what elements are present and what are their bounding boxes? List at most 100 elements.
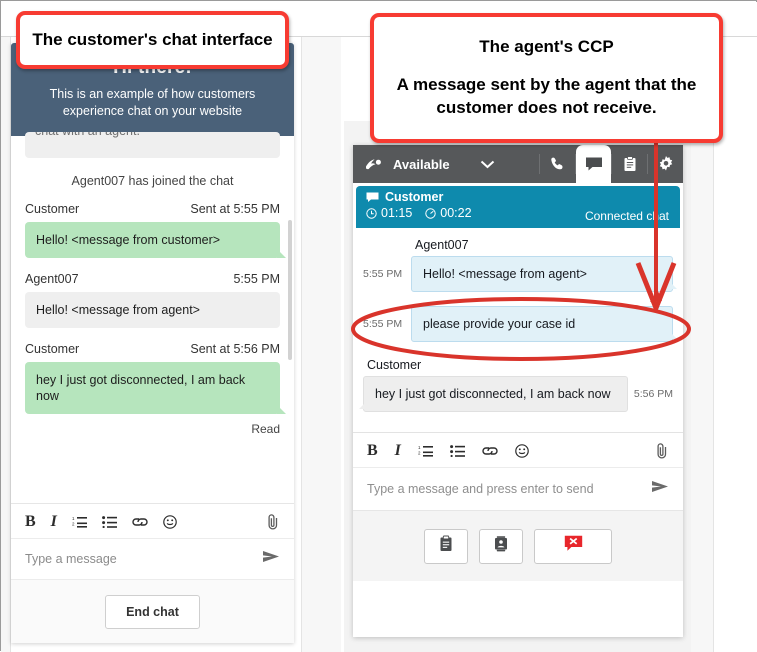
tab-phone[interactable] bbox=[540, 145, 575, 183]
ccp-sender-agent: Agent007 bbox=[415, 238, 673, 252]
clipboard-icon bbox=[439, 535, 453, 557]
customer-chat-body: chat with an agent. Agent007 has joined … bbox=[11, 132, 294, 643]
screenshot-root: Hi there! This is an example of how cust… bbox=[0, 0, 757, 651]
italic-icon[interactable]: I bbox=[395, 443, 401, 459]
ccp-status-label[interactable]: Available bbox=[393, 157, 450, 172]
message-meta: Customer Sent at 5:55 PM bbox=[25, 202, 280, 216]
message-group: Customer Sent at 5:55 PM Hello! <message… bbox=[25, 202, 280, 258]
bulleted-list-icon[interactable] bbox=[450, 444, 465, 457]
send-icon[interactable] bbox=[651, 480, 669, 498]
message-bubble-customer: Hello! <message from customer> bbox=[25, 222, 280, 258]
agent-ccp-panel: Available bbox=[353, 145, 683, 637]
customer-input-row[interactable]: Type a message bbox=[11, 538, 294, 580]
ccp-bubble-customer: hey I just got disconnected, I am back n… bbox=[363, 376, 628, 412]
customer-message-list: chat with an agent. Agent007 has joined … bbox=[11, 132, 294, 436]
page-left-gutter bbox=[1, 37, 11, 652]
svg-text:1: 1 bbox=[72, 516, 75, 521]
message-timestamp: Sent at 5:56 PM bbox=[190, 342, 280, 356]
ccp-top-bar: Available bbox=[353, 145, 683, 183]
connected-timer: 01:15 bbox=[366, 206, 412, 220]
message-bubble-agent: Hello! <message from agent> bbox=[25, 292, 280, 328]
message-group: Agent007 5:55 PM Hello! <message from ag… bbox=[25, 272, 280, 328]
clipboard-icon bbox=[623, 156, 637, 172]
message-meta: Customer Sent at 5:56 PM bbox=[25, 342, 280, 356]
bold-icon[interactable]: B bbox=[25, 514, 36, 530]
quick-responses-button[interactable] bbox=[424, 529, 468, 564]
italic-icon[interactable]: I bbox=[51, 514, 57, 530]
customer-format-toolbar: B I 12 bbox=[11, 504, 294, 538]
amazon-connect-logo-icon bbox=[364, 156, 383, 173]
chat-subtitle: This is an example of how customers expe… bbox=[25, 86, 280, 120]
hold-timer-value: 00:22 bbox=[440, 206, 471, 220]
phone-icon bbox=[550, 156, 566, 172]
link-icon[interactable] bbox=[482, 445, 498, 457]
ccp-message-time: 5:55 PM bbox=[363, 318, 411, 330]
ccp-contact-bar[interactable]: Customer 01:15 00:22 Connected chat bbox=[356, 186, 680, 228]
link-icon[interactable] bbox=[132, 516, 148, 528]
customer-callout-box: The customer's chat interface bbox=[16, 11, 289, 69]
end-chat-button[interactable]: End chat bbox=[105, 595, 200, 629]
customer-callout-text: The customer's chat interface bbox=[32, 29, 272, 51]
ccp-message-row: 5:55 PM Hello! <message from agent> bbox=[363, 256, 673, 292]
svg-text:2: 2 bbox=[72, 522, 75, 527]
clipped-message-text: chat with an agent. bbox=[35, 132, 270, 138]
ccp-input-row[interactable]: Type a message and press enter to send bbox=[353, 467, 683, 510]
contact-details-button[interactable] bbox=[479, 529, 523, 564]
ccp-callout-body: A message sent by the agent that the cus… bbox=[374, 73, 719, 119]
ccp-sender-customer: Customer bbox=[367, 358, 673, 372]
message-sender: Customer bbox=[25, 342, 79, 356]
contact-name-row: Customer bbox=[366, 190, 670, 204]
clock-icon bbox=[366, 208, 377, 219]
contact-name: Customer bbox=[385, 190, 443, 204]
customer-chat-widget: Hi there! This is an example of how cust… bbox=[11, 43, 294, 643]
message-bubble-customer: hey I just got disconnected, I am back n… bbox=[25, 362, 280, 414]
tab-clipboard[interactable] bbox=[612, 145, 647, 183]
ccp-format-toolbar: B I 12 bbox=[353, 433, 683, 467]
read-receipt: Read bbox=[25, 422, 280, 436]
ccp-message-input[interactable]: Type a message and press enter to send bbox=[367, 482, 651, 496]
gear-icon bbox=[658, 156, 674, 172]
chat-icon bbox=[585, 156, 603, 172]
bulleted-list-icon[interactable] bbox=[102, 515, 117, 528]
ccp-callout-title: The agent's CCP bbox=[479, 37, 613, 57]
ccp-message-list: Agent007 5:55 PM Hello! <message from ag… bbox=[353, 228, 683, 432]
tab-chat[interactable] bbox=[576, 145, 611, 183]
tab-settings[interactable] bbox=[648, 145, 683, 183]
svg-text:2: 2 bbox=[418, 451, 421, 456]
send-icon[interactable] bbox=[262, 550, 280, 568]
ccp-tab-strip bbox=[539, 145, 683, 183]
message-meta: Agent007 5:55 PM bbox=[25, 272, 280, 286]
emoji-icon[interactable] bbox=[163, 515, 177, 529]
attachment-icon[interactable] bbox=[266, 513, 280, 530]
message-timestamp: 5:55 PM bbox=[233, 272, 280, 286]
ccp-bubble-agent-unreceived: please provide your case id bbox=[411, 306, 673, 342]
system-join-message: Agent007 has joined the chat bbox=[25, 174, 280, 188]
clipped-message-bubble: chat with an agent. bbox=[25, 132, 280, 158]
ordered-list-icon[interactable]: 12 bbox=[72, 515, 87, 528]
customer-message-input[interactable]: Type a message bbox=[25, 552, 262, 566]
ccp-message-time: 5:56 PM bbox=[628, 388, 673, 400]
ccp-message-time: 5:55 PM bbox=[363, 268, 411, 280]
ccp-message-row: 5:55 PM please provide your case id bbox=[363, 306, 673, 342]
connected-timer-value: 01:15 bbox=[381, 206, 412, 220]
ccp-bubble-agent: Hello! <message from agent> bbox=[411, 256, 673, 292]
customer-chat-scrollbar[interactable] bbox=[287, 220, 293, 550]
attachment-icon[interactable] bbox=[655, 442, 669, 459]
emoji-icon[interactable] bbox=[515, 444, 529, 458]
message-sender: Customer bbox=[25, 202, 79, 216]
message-group: Customer Sent at 5:56 PM hey I just got … bbox=[25, 342, 280, 436]
ccp-message-row: hey I just got disconnected, I am back n… bbox=[363, 376, 673, 412]
end-chat-button[interactable] bbox=[534, 529, 612, 564]
scrollbar-thumb[interactable] bbox=[288, 220, 292, 360]
ordered-list-icon[interactable]: 12 bbox=[418, 444, 433, 457]
hold-timer: 00:22 bbox=[425, 206, 471, 220]
bold-icon[interactable]: B bbox=[367, 443, 378, 459]
page-middle-column bbox=[301, 37, 341, 652]
message-sender: Agent007 bbox=[25, 272, 79, 286]
ccp-callout-box: The agent's CCP A message sent by the ag… bbox=[370, 13, 723, 143]
message-timestamp: Sent at 5:55 PM bbox=[190, 202, 280, 216]
customer-end-chat-bar: End chat bbox=[11, 579, 294, 643]
chevron-down-icon[interactable] bbox=[480, 157, 495, 172]
customer-composer: B I 12 bbox=[11, 503, 294, 580]
end-chat-icon bbox=[564, 535, 583, 557]
